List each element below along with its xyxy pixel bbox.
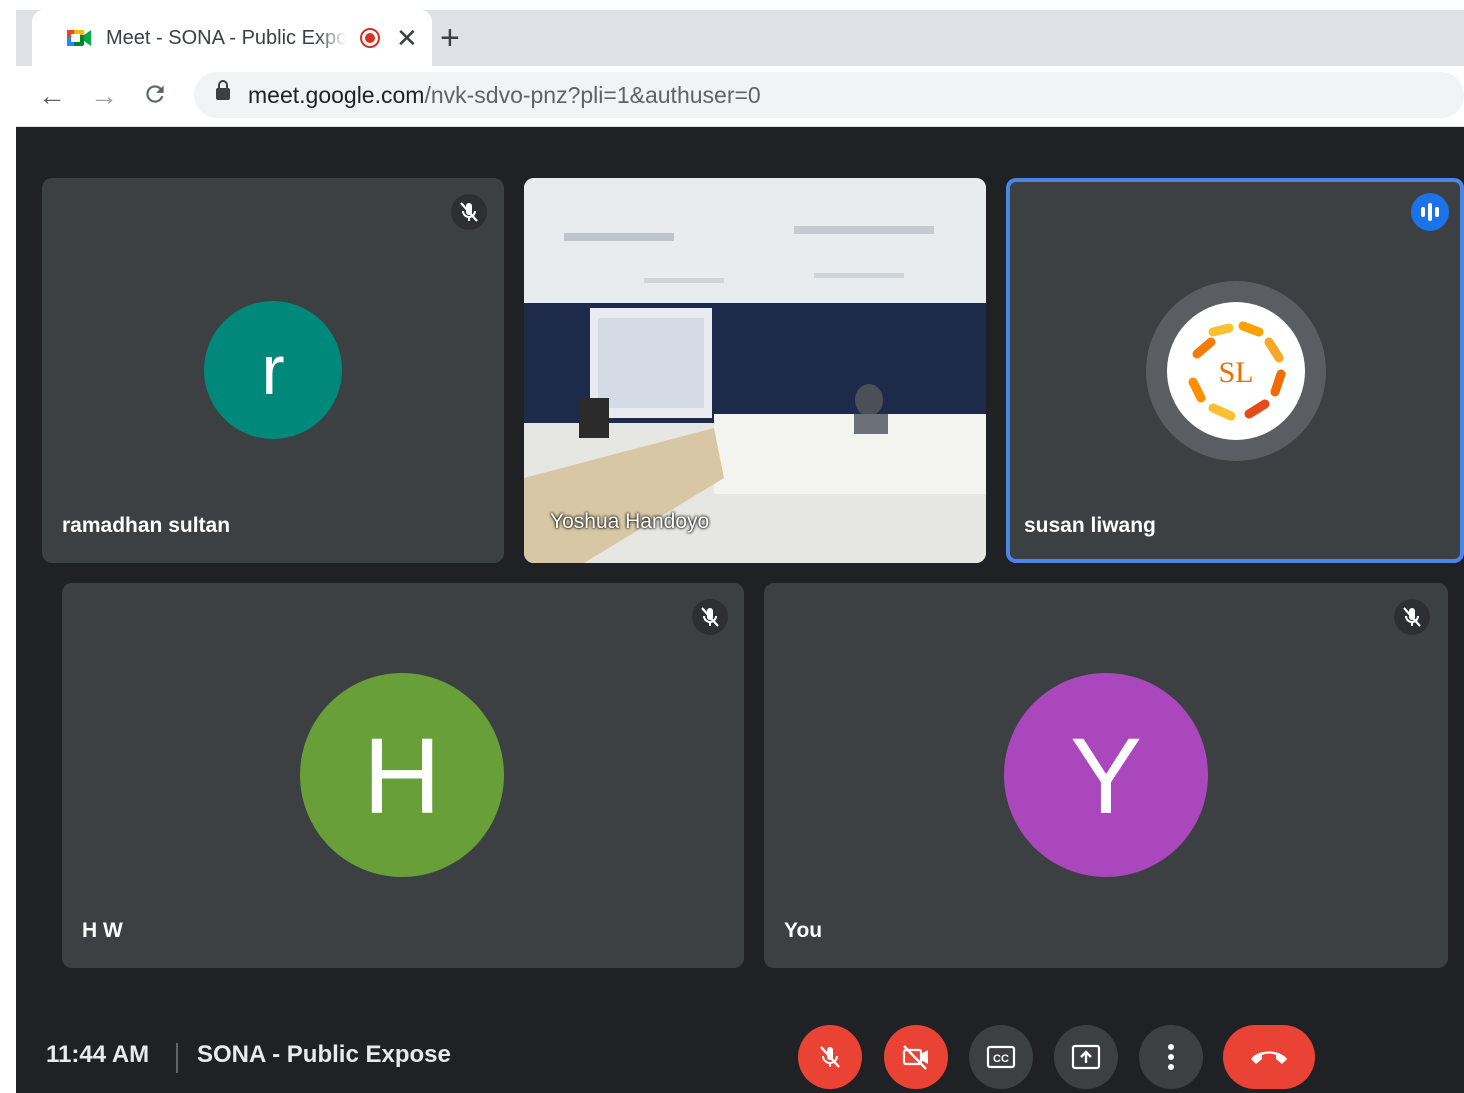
- video-feed: [524, 178, 986, 563]
- avatar: r: [204, 301, 342, 439]
- lock-icon: [216, 80, 230, 100]
- hang-up-icon: [1251, 1051, 1287, 1064]
- tab-meet[interactable]: Meet - SONA - Public Expose ✕: [32, 10, 432, 66]
- participant-tile-susan-liwang[interactable]: SL susan liwang: [1006, 178, 1464, 563]
- browser-toolbar: ← → meet.google.com/nvk-sdvo-pnz?pli=1&a…: [16, 66, 1464, 127]
- recording-indicator-icon: [360, 28, 380, 48]
- camera-toggle-button[interactable]: [884, 1025, 948, 1089]
- svg-text:CC: CC: [993, 1053, 1009, 1065]
- screen-left-edge: [0, 0, 16, 1093]
- present-screen-icon: [1071, 1044, 1101, 1070]
- leave-call-button[interactable]: [1223, 1025, 1315, 1089]
- mic-muted-icon: [1394, 599, 1430, 635]
- back-icon[interactable]: ←: [38, 78, 66, 114]
- url-path: /nvk-sdvo-pnz?pli=1&authuser=0: [424, 82, 761, 108]
- more-options-button[interactable]: [1139, 1025, 1203, 1089]
- tab-title: Meet - SONA - Public Expose: [106, 26, 346, 49]
- sl-logo-image: SL: [1167, 302, 1305, 440]
- url-text: meet.google.com/nvk-sdvo-pnz?pli=1&authu…: [248, 82, 761, 108]
- closed-captions-icon: CC: [986, 1045, 1016, 1069]
- mic-toggle-button[interactable]: [798, 1025, 862, 1089]
- meet-stage: r ramadhan sultan Yoshua Handoyo SL susa…: [16, 127, 1464, 1093]
- tab-close-icon[interactable]: ✕: [396, 25, 418, 51]
- avatar: H: [300, 673, 504, 877]
- participant-tile-h-w[interactable]: H H W: [62, 583, 744, 968]
- participant-name: H W: [82, 919, 123, 942]
- new-tab-button[interactable]: +: [440, 18, 460, 58]
- more-vertical-icon: [1168, 1044, 1174, 1070]
- meeting-clock: 11:44 AM: [46, 1041, 150, 1068]
- mic-muted-icon: [692, 599, 728, 635]
- reload-icon[interactable]: [142, 80, 168, 116]
- speaking-indicator-icon: [1411, 193, 1449, 231]
- avatar-ring: SL: [1146, 281, 1326, 461]
- participant-name: You: [784, 919, 823, 942]
- camera-off-icon: [902, 1045, 928, 1070]
- url-host: meet.google.com: [248, 82, 425, 108]
- avatar: Y: [1004, 673, 1208, 877]
- participant-name: susan liwang: [1024, 514, 1156, 537]
- google-meet-icon: [66, 28, 92, 48]
- participant-name: Yoshua Handoyo: [550, 510, 710, 533]
- meeting-title: SONA - Public Expose: [197, 1041, 451, 1068]
- participant-tile-ramadhan-sultan[interactable]: r ramadhan sultan: [42, 178, 504, 563]
- participant-tile-yoshua-handoyo[interactable]: Yoshua Handoyo: [524, 178, 986, 563]
- address-bar[interactable]: meet.google.com/nvk-sdvo-pnz?pli=1&authu…: [194, 72, 1464, 118]
- participant-tile-you[interactable]: Y You: [764, 583, 1448, 968]
- present-now-button[interactable]: [1054, 1025, 1118, 1089]
- mic-muted-icon: [451, 194, 487, 230]
- mic-off-icon: [820, 1046, 840, 1068]
- participant-name: ramadhan sultan: [62, 514, 231, 537]
- sl-logo-text: SL: [1218, 356, 1253, 389]
- forward-icon[interactable]: →: [90, 78, 118, 114]
- tab-strip: Meet - SONA - Public Expose ✕ +: [16, 10, 1464, 66]
- captions-button[interactable]: CC: [969, 1025, 1033, 1089]
- bottom-bar-divider: [176, 1043, 178, 1073]
